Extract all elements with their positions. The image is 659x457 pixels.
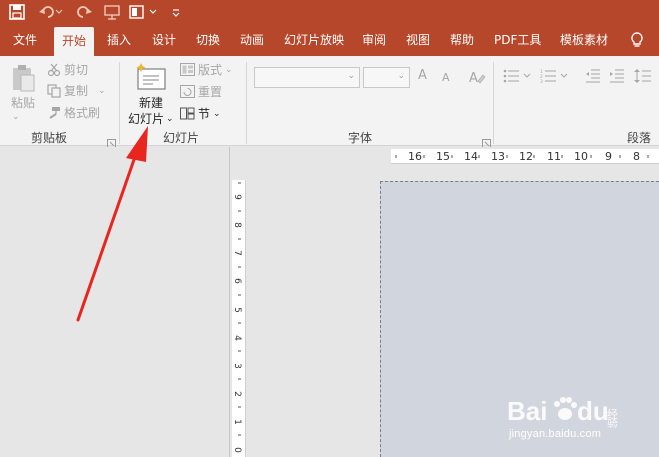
paste-dropdown-icon[interactable]: ⌄ [12, 110, 20, 124]
paste-icon[interactable] [10, 63, 36, 93]
layout-icon[interactable] [128, 3, 160, 21]
section-icon [180, 107, 195, 120]
baidu-watermark-logo: Bai du 经 验 [507, 392, 627, 431]
reset-icon [180, 85, 195, 98]
save-icon[interactable] [8, 3, 26, 21]
slides-group-label: 幻灯片 [163, 131, 200, 145]
watermark-url: jingyan.baidu.com [509, 428, 602, 440]
clear-formatting-icon[interactable]: A [468, 68, 486, 86]
line-spacing-icon[interactable] [634, 69, 652, 83]
redo-icon[interactable] [76, 3, 94, 21]
shrink-font-button[interactable]: A [442, 71, 450, 85]
tab-help[interactable]: 帮助 [450, 24, 474, 56]
paste-button[interactable]: 粘贴 [11, 96, 35, 110]
undo-icon[interactable] [37, 3, 63, 21]
tab-animations[interactable]: 动画 [240, 24, 264, 56]
font-size-combobox[interactable]: ⌄ [363, 67, 410, 88]
new-slide-icon[interactable] [135, 62, 167, 92]
svg-text:du: du [577, 396, 609, 426]
increase-indent-icon[interactable] [609, 69, 625, 83]
copy-dropdown-icon[interactable]: ⌄ [98, 84, 106, 98]
cut-button[interactable]: 剪切 [64, 63, 88, 77]
numbering-icon[interactable]: 123 [540, 69, 570, 83]
svg-text:验: 验 [607, 417, 618, 428]
format-painter-icon [47, 106, 61, 120]
svg-text:Bai: Bai [507, 396, 547, 426]
tab-pdf-tools[interactable]: PDF工具 [494, 24, 541, 56]
ruler-ticks [238, 182, 241, 436]
svg-text:3: 3 [540, 79, 543, 83]
decrease-indent-icon[interactable] [585, 69, 601, 83]
tab-file[interactable]: 文件 [13, 24, 37, 56]
horizontal-ruler: 16 15 14 13 12 11 10 9 8 [391, 149, 659, 164]
new-slide-dropdown-icon[interactable]: ⌄ [166, 112, 174, 126]
section-button[interactable]: 节 [198, 107, 210, 121]
section-dropdown-icon[interactable]: ⌄ [213, 107, 221, 121]
ruler-ticks [395, 155, 649, 158]
reset-button[interactable]: 重置 [198, 85, 222, 99]
tab-slideshow[interactable]: 幻灯片放映 [284, 24, 344, 56]
tab-insert[interactable]: 插入 [107, 24, 131, 56]
tab-home[interactable]: 开始 [54, 27, 95, 56]
layout-dropdown-icon[interactable]: ⌄ [225, 63, 233, 77]
layout-button[interactable]: 版式 [198, 63, 222, 77]
tab-transitions[interactable]: 切换 [196, 24, 220, 56]
font-name-combobox[interactable]: ⌄ [254, 67, 360, 88]
copy-button[interactable]: 复制 [64, 84, 88, 98]
grow-font-button[interactable]: A [418, 69, 427, 83]
svg-text:A: A [469, 71, 478, 86]
group-separator [493, 62, 494, 144]
paragraph-group-label: 段落 [627, 131, 652, 145]
font-launcher-icon[interactable] [482, 133, 491, 148]
tab-design[interactable]: 设计 [152, 24, 176, 56]
tab-review[interactable]: 审阅 [362, 24, 386, 56]
layout-icon [180, 63, 195, 76]
annotation-arrow-icon [70, 118, 160, 328]
new-slide-label-line1[interactable]: 新建 [139, 96, 163, 110]
tab-templates[interactable]: 模板素材 [560, 24, 608, 56]
cut-icon [47, 63, 61, 77]
copy-icon [47, 84, 61, 98]
lightbulb-icon[interactable] [628, 31, 646, 49]
vertical-ruler: 9 8 7 6 5 4 3 2 1 0 [232, 180, 246, 457]
bullets-icon[interactable] [503, 69, 533, 83]
quick-access-toolbar [0, 0, 659, 24]
tab-view[interactable]: 视图 [406, 24, 430, 56]
slideshow-icon[interactable] [103, 3, 121, 21]
clipboard-group-label: 剪贴板 [31, 131, 68, 145]
group-separator [246, 62, 247, 144]
font-group-label: 字体 [348, 131, 373, 145]
customize-icon[interactable] [171, 3, 181, 21]
ribbon-tabs: 文件 开始 插入 设计 切换 动画 幻灯片放映 审阅 视图 帮助 PDF工具 模… [0, 24, 659, 56]
